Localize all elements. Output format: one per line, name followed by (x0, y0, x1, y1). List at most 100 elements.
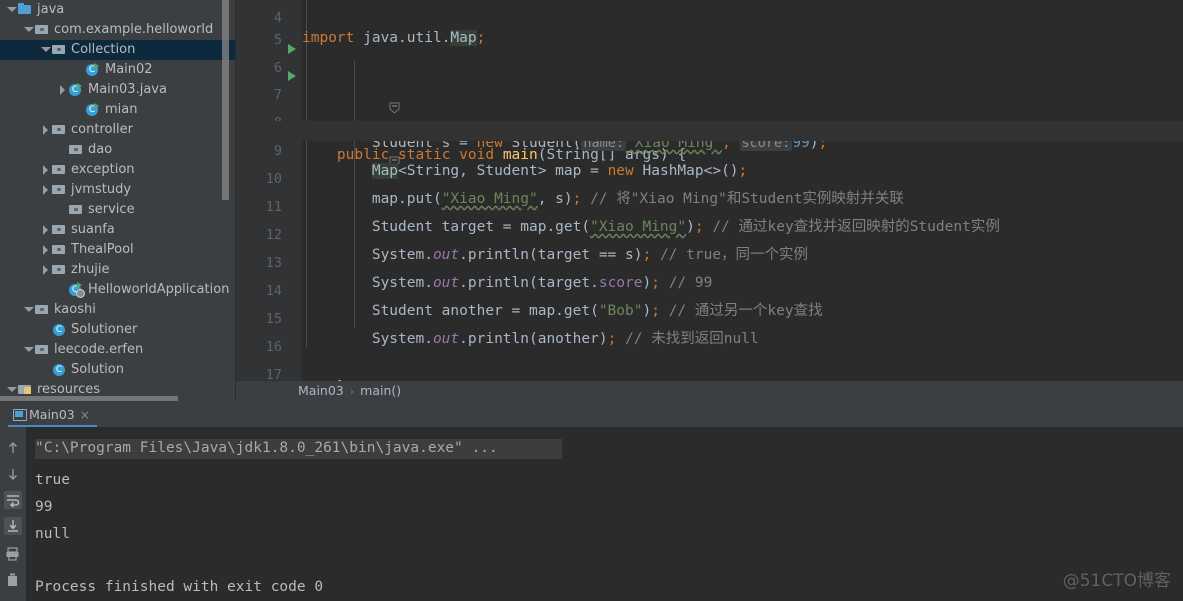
tree-item-main03-java[interactable]: Main03.java (0, 80, 236, 100)
code-line-current[interactable]: 9 Map<String, Student> map = new HashMap… (236, 121, 1183, 179)
code-line[interactable]: 14 Student another = map.get("Bob"); // … (236, 261, 1183, 319)
run-gutter-icon[interactable] (288, 71, 296, 81)
package-icon (51, 40, 67, 60)
tree-item-exception[interactable]: exception (0, 160, 236, 180)
tree-item-label: java (37, 2, 65, 17)
up-arrow-icon[interactable] (4, 439, 22, 457)
code-line[interactable]: 17 } (236, 345, 1183, 383)
chevron-down-icon[interactable] (23, 340, 34, 360)
tree-item-label: Main02 (105, 62, 153, 77)
tree-item-service[interactable]: service (0, 200, 236, 220)
console-toolbar[interactable] (0, 427, 26, 601)
breadcrumb-method[interactable]: main() (360, 383, 401, 398)
tree-item-label: HelloworldApplication (88, 282, 230, 297)
tree-item-main02[interactable]: Main02 (0, 60, 236, 80)
breadcrumb-separator: › (349, 385, 355, 398)
tree-item-java[interactable]: java (0, 0, 236, 20)
run-marker-icon (77, 83, 82, 89)
tree-item-mian[interactable]: mian (0, 100, 236, 120)
code-line[interactable]: 11 Student target = map.get("Xiao Ming")… (236, 177, 1183, 235)
package-icon (51, 260, 67, 280)
close-icon[interactable]: × (79, 403, 91, 427)
code-line[interactable]: 15 System.out.println(another); // 未找到返回… (236, 289, 1183, 347)
project-tree-panel[interactable]: java com.example.helloworld Collection Main… (0, 0, 236, 401)
watermark: @51CTO博客 (1062, 571, 1171, 591)
package-icon (51, 220, 67, 240)
trash-icon[interactable] (4, 571, 22, 589)
code-line[interactable]: 16 } (236, 317, 1183, 395)
tree-item-com-example-helloworld[interactable]: com.example.helloworld (0, 20, 236, 40)
tree-item-jvmstudy[interactable]: jvmstudy (0, 180, 236, 200)
tree-item-controller[interactable]: controller (0, 120, 236, 140)
project-tree-vertical-scrollbar[interactable] (222, 0, 229, 200)
breadcrumb-class[interactable]: Main03 (298, 383, 344, 398)
tree-item-collection[interactable]: Collection (0, 40, 236, 60)
soft-wrap-icon[interactable] (4, 491, 22, 509)
tree-item-leecode-erfen[interactable]: leecode.erfen (0, 340, 236, 360)
tree-item-solutioner[interactable]: Solutioner (0, 320, 236, 340)
run-tab-main03[interactable]: Main03 × (8, 403, 97, 427)
console-line: null (35, 526, 70, 542)
chevron-right-icon[interactable] (40, 240, 51, 260)
chevron-right-icon[interactable] (40, 180, 51, 200)
tree-arrow-spacer (57, 140, 68, 160)
tree-item-suanfa[interactable]: suanfa (0, 220, 236, 240)
code-line[interactable]: 5 (236, 10, 1183, 48)
package-icon (68, 140, 84, 160)
run-tab-bar[interactable]: Main03 × (0, 401, 1183, 427)
run-marker-icon (94, 63, 99, 69)
package-icon (51, 120, 67, 140)
tree-item-zhujie[interactable]: zhujie (0, 260, 236, 280)
print-icon[interactable] (4, 545, 22, 563)
chevron-right-icon[interactable] (40, 220, 51, 240)
run-gutter-icon[interactable] (288, 44, 296, 54)
run-panel: Main03 × "C:\Program Files\Java\jdk1.8.0… (0, 401, 1183, 601)
tree-item-label: suanfa (71, 222, 115, 237)
tree-arrow-spacer (57, 200, 68, 220)
tree-item-label: leecode.erfen (54, 342, 144, 357)
scroll-to-end-icon[interactable] (4, 517, 22, 535)
tree-item-helloworldapplication[interactable]: HelloworldApplication (0, 280, 236, 300)
chevron-right-icon[interactable] (40, 160, 51, 180)
code-line[interactable]: 8 Student s = new Student(name:"Xiao Min… (236, 93, 1183, 151)
code-editor[interactable]: 4 import java.util.Map; 5 6 public class… (236, 0, 1183, 401)
chevron-right-icon[interactable] (57, 80, 68, 100)
chevron-down-icon[interactable] (23, 20, 34, 40)
down-arrow-icon[interactable] (4, 465, 22, 483)
code-line[interactable]: 7 public static void main(String[] args)… (236, 65, 1183, 168)
tree-item-solution[interactable]: Solution (0, 360, 236, 380)
project-tree[interactable]: java com.example.helloworld Collection Main… (0, 0, 236, 400)
chevron-down-icon[interactable] (23, 300, 34, 320)
code-lines[interactable]: 4 import java.util.Map; 5 6 public class… (236, 0, 1183, 401)
code-line[interactable]: 6 public class Main03 { (236, 38, 1183, 136)
package-icon (51, 240, 67, 260)
tree-item-kaoshi[interactable]: kaoshi (0, 300, 236, 320)
tree-item-label: service (88, 202, 135, 217)
tree-item-label: jvmstudy (71, 182, 132, 197)
chevron-right-icon[interactable] (40, 120, 51, 140)
code-line[interactable]: 12 System.out.println(target == s); // t… (236, 205, 1183, 263)
tree-item-label: Main03.java (88, 82, 167, 97)
code-line[interactable]: 13 System.out.println(target.score); // … (236, 233, 1183, 291)
tree-item-label: mian (105, 102, 138, 117)
code-line[interactable]: 10 map.put("Xiao Ming", s); // 将"Xiao Mi… (236, 149, 1183, 207)
console-output[interactable]: "C:\Program Files\Java\jdk1.8.0_261\bin\… (27, 427, 1183, 601)
code-line[interactable]: 4 import java.util.Map; (236, 0, 1183, 46)
class-icon (51, 360, 67, 380)
breadcrumb[interactable]: Main03 › main() (236, 381, 1183, 401)
tree-item-dao[interactable]: dao (0, 140, 236, 160)
chevron-right-icon[interactable] (40, 260, 51, 280)
class-runnable-icon (68, 80, 84, 100)
chevron-down-icon[interactable] (6, 0, 17, 20)
chevron-down-icon[interactable] (40, 40, 51, 60)
tree-item-thealpool[interactable]: ThealPool (0, 240, 236, 260)
tree-item-label: Solutioner (71, 322, 138, 337)
tree-arrow-spacer (57, 280, 68, 300)
